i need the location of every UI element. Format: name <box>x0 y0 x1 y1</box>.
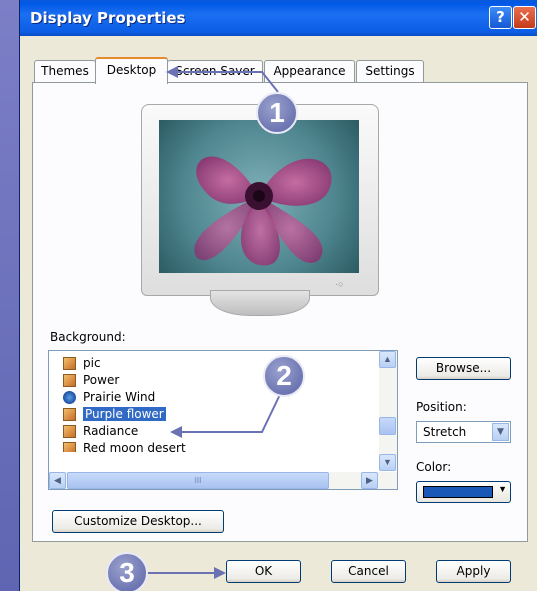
title-bar[interactable]: Display Properties ? ✕ <box>20 0 537 36</box>
list-item[interactable]: Prairie Wind <box>61 389 155 406</box>
color-picker-button[interactable]: ▼ <box>416 481 511 503</box>
apply-button[interactable]: Apply <box>436 560 511 583</box>
color-label: Color: <box>416 460 452 474</box>
scroll-left-icon[interactable]: ◀ <box>49 472 66 489</box>
position-label: Position: <box>416 400 467 414</box>
color-swatch <box>423 486 493 498</box>
chevron-down-icon[interactable]: ▼ <box>492 423 509 441</box>
scroll-right-icon[interactable]: ▶ <box>361 472 378 489</box>
horizontal-scrollbar[interactable]: ◀ III ▶ <box>49 472 397 489</box>
tab-screen-saver[interactable]: Screen Saver <box>167 60 263 82</box>
tab-appearance[interactable]: Appearance <box>264 60 355 82</box>
image-file-icon <box>63 408 76 421</box>
position-value: Stretch <box>423 425 467 439</box>
close-button[interactable]: ✕ <box>513 6 536 29</box>
scroll-down-icon[interactable]: ▼ <box>379 454 396 471</box>
scroll-up-icon[interactable]: ▲ <box>379 351 396 368</box>
scroll-thumb[interactable] <box>379 417 396 435</box>
list-item[interactable]: Radiance <box>61 423 138 440</box>
customize-desktop-button[interactable]: Customize Desktop... <box>52 510 224 533</box>
list-item[interactable]: Power <box>61 372 119 389</box>
tab-settings[interactable]: Settings <box>356 60 424 82</box>
vertical-scrollbar[interactable]: ▲ ▼ <box>379 351 397 471</box>
background-listbox[interactable]: pic Power Prairie Wind Purple flower Rad… <box>48 350 398 490</box>
power-led-icon: ·○ <box>335 279 344 289</box>
image-file-icon <box>63 425 76 438</box>
purple-flower-image <box>194 156 332 266</box>
image-file-icon <box>63 357 76 370</box>
window-title: Display Properties <box>30 9 186 27</box>
list-item[interactable]: Red moon desert <box>61 440 186 452</box>
tab-themes[interactable]: Themes <box>34 60 96 82</box>
close-icon: ✕ <box>518 8 531 26</box>
ok-button[interactable]: OK <box>226 560 301 583</box>
browse-button[interactable]: Browse... <box>416 357 511 380</box>
wallpaper-preview <box>159 120 359 273</box>
cancel-button[interactable]: Cancel <box>331 560 406 583</box>
image-file-icon <box>63 442 76 452</box>
help-icon: ? <box>496 8 505 26</box>
callout-3: 3 <box>106 552 148 591</box>
position-select[interactable]: Stretch ▼ <box>416 421 511 443</box>
tab-desktop[interactable]: Desktop <box>95 57 168 84</box>
image-file-icon <box>63 374 76 387</box>
list-item-selected[interactable]: Purple flower <box>61 406 166 423</box>
callout-2: 2 <box>263 355 305 397</box>
list-item[interactable]: pic <box>61 355 101 372</box>
callout-1: 1 <box>256 92 298 134</box>
background-label: Background: <box>50 330 126 344</box>
wallpaper-globe-icon <box>63 391 76 404</box>
chevron-down-icon: ▼ <box>498 484 507 494</box>
scroll-thumb[interactable]: III <box>67 472 329 489</box>
help-button[interactable]: ? <box>489 6 512 29</box>
